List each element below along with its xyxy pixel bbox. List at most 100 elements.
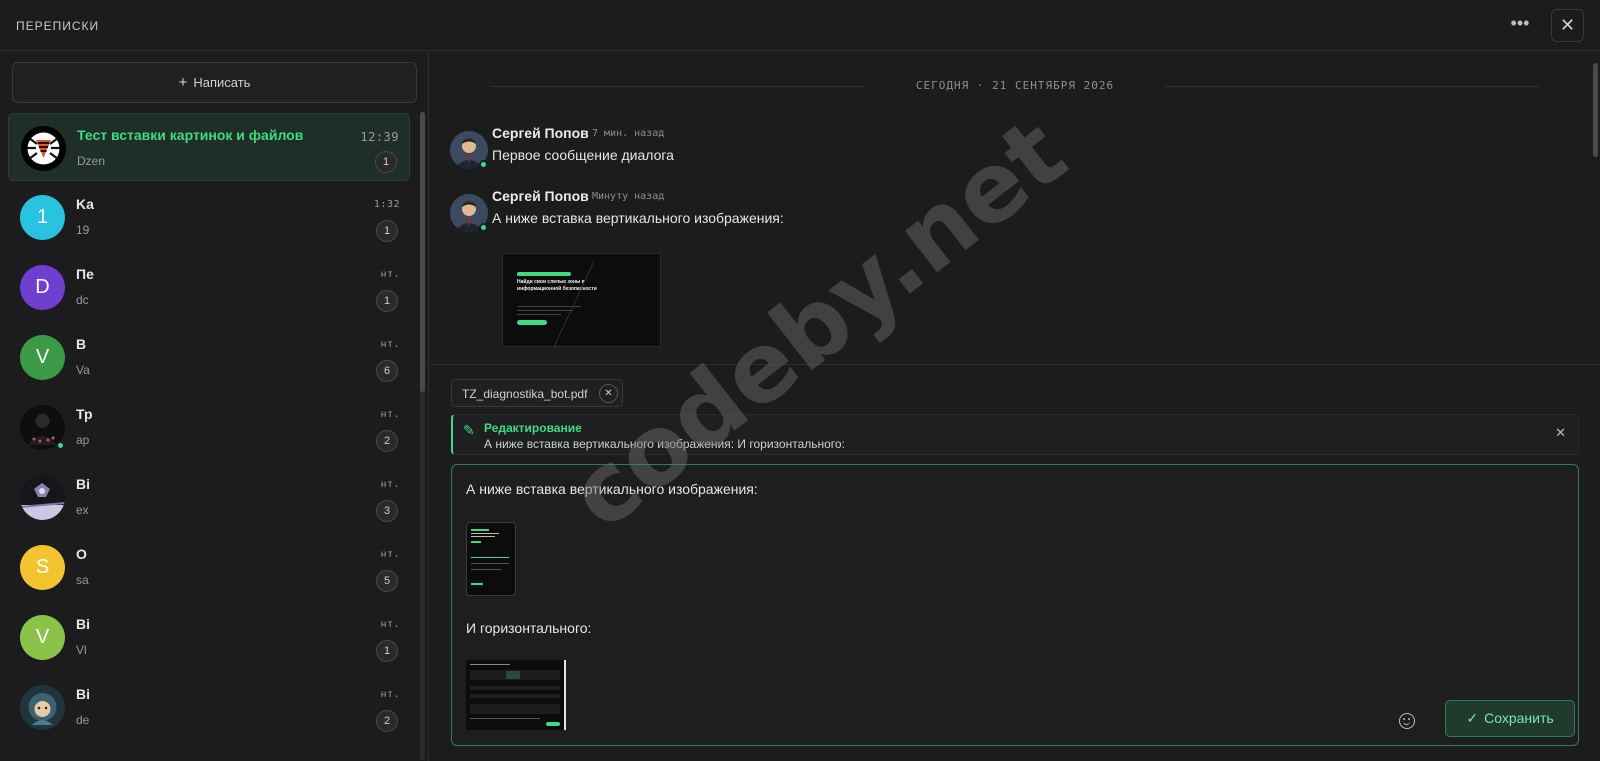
attachment-name: TZ_diagnostika_bot.pdf bbox=[462, 387, 588, 401]
conversation-preview: sa bbox=[76, 573, 89, 587]
page-title: ПЕРЕПИСКИ bbox=[16, 19, 100, 33]
conversation-preview: dc bbox=[76, 293, 89, 307]
compose-button-label: Написать bbox=[193, 75, 251, 90]
conversation-time: нт. bbox=[380, 549, 400, 560]
conversation-name: Ві bbox=[76, 686, 90, 702]
online-indicator bbox=[479, 160, 488, 169]
online-indicator bbox=[56, 441, 65, 450]
sidebar-scrollbar[interactable] bbox=[420, 112, 425, 760]
message-text: А ниже вставка вертикального изображения… bbox=[492, 210, 784, 226]
conversation-item[interactable]: V В нт. Va 6 bbox=[8, 323, 410, 391]
conversation-preview: Dzen bbox=[77, 154, 106, 168]
message-author[interactable]: Сергей Попов bbox=[492, 188, 589, 204]
conversation-name: Ka bbox=[76, 196, 94, 212]
edit-quote: А ниже вставка вертикального изображения… bbox=[484, 437, 845, 451]
message-image[interactable]: Найди свои слепые зоны в информационной … bbox=[502, 253, 661, 347]
unread-badge: 1 bbox=[376, 640, 398, 662]
conversation-time: нт. bbox=[380, 689, 400, 700]
edit-banner: ✎ Редактирование А ниже вставка вертикал… bbox=[451, 414, 1579, 455]
editor-image-vertical[interactable] bbox=[466, 522, 516, 596]
conversation-name: Ві bbox=[76, 616, 90, 632]
image-panel bbox=[470, 694, 560, 698]
user-photo-icon bbox=[20, 483, 65, 520]
conversation-preview: ap bbox=[76, 433, 90, 447]
save-button-label: Сохранить bbox=[1484, 710, 1554, 726]
user-photo-icon bbox=[28, 693, 57, 725]
image-line bbox=[471, 533, 499, 534]
emoji-icon[interactable] bbox=[1399, 713, 1415, 729]
unread-badge: 2 bbox=[376, 430, 398, 452]
avatar: D bbox=[20, 265, 65, 310]
avatar bbox=[20, 475, 65, 520]
online-indicator bbox=[479, 223, 488, 232]
close-button[interactable]: ✕ bbox=[1551, 9, 1584, 42]
conversation-time: нт. bbox=[380, 479, 400, 490]
image-panel bbox=[470, 704, 560, 714]
image-line bbox=[471, 536, 495, 537]
chat-scrollbar[interactable] bbox=[1593, 63, 1598, 341]
conversation-item[interactable]: V Ві нт. Vl 1 bbox=[8, 603, 410, 671]
avatar bbox=[20, 685, 65, 730]
conversation-item[interactable]: Ві нт. de 2 bbox=[8, 673, 410, 741]
image-line bbox=[471, 557, 509, 558]
conversation-item[interactable]: Ві нт. ex 3 bbox=[8, 463, 410, 531]
conversation-preview: Va bbox=[76, 363, 90, 377]
unread-badge: 3 bbox=[376, 500, 398, 522]
unread-badge: 1 bbox=[376, 290, 398, 312]
cancel-edit-icon[interactable]: ✕ bbox=[1555, 425, 1566, 441]
scrollbar-thumb[interactable] bbox=[1593, 63, 1598, 157]
message-editor[interactable]: А ниже вставка вертикального изображения… bbox=[451, 464, 1579, 746]
conversation-item[interactable]: S О нт. sa 5 bbox=[8, 533, 410, 601]
avatar: V bbox=[20, 335, 65, 380]
attachment-chip[interactable]: TZ_diagnostika_bot.pdf ✕ bbox=[451, 379, 623, 407]
editor-text[interactable]: А ниже вставка вертикального изображения… bbox=[466, 481, 758, 497]
conversation-item[interactable]: Тест вставки картинок и файлов 12:39 Dze… bbox=[8, 113, 410, 181]
date-separator: СЕГОДНЯ · 21 СЕНТЯБРЯ 2026 bbox=[490, 79, 1540, 93]
image-panel bbox=[506, 671, 520, 679]
conversation-time: нт. bbox=[380, 269, 400, 280]
image-panel bbox=[470, 686, 560, 690]
conversation-preview: ex bbox=[76, 503, 89, 517]
conversation-item[interactable]: D Пе нт. dc 1 bbox=[8, 253, 410, 321]
conversation-time: нт. bbox=[380, 619, 400, 630]
editor-image-horizontal[interactable] bbox=[466, 660, 566, 730]
message-author[interactable]: Сергей Попов bbox=[492, 125, 589, 141]
compose-button[interactable]: + Написать bbox=[12, 62, 417, 103]
image-line bbox=[517, 310, 573, 311]
image-line bbox=[471, 563, 509, 564]
divider bbox=[430, 364, 1600, 365]
conversation-name: Тр bbox=[76, 406, 93, 422]
conversation-time: нт. bbox=[380, 339, 400, 350]
save-button[interactable]: ✓ Сохранить bbox=[1445, 700, 1575, 737]
spider-logo-icon bbox=[21, 126, 66, 171]
image-cta bbox=[546, 722, 560, 726]
avatar: S bbox=[20, 545, 65, 590]
image-line bbox=[471, 569, 501, 570]
conversation-name: В bbox=[76, 336, 87, 352]
image-cta bbox=[517, 320, 547, 325]
plus-icon: + bbox=[178, 74, 188, 91]
conversation-time: нт. bbox=[380, 409, 400, 420]
conversation-name: О bbox=[76, 546, 87, 562]
conversation-preview: de bbox=[76, 713, 90, 727]
message-time: 7 мин. назад bbox=[592, 128, 665, 139]
image-cta bbox=[471, 583, 483, 585]
avatar: 1 bbox=[20, 195, 65, 240]
image-pill bbox=[517, 272, 571, 276]
conversation-item[interactable]: Тр нт. ap 2 bbox=[8, 393, 410, 461]
conversation-item[interactable]: 1 Ka 1:32 19 1 bbox=[8, 183, 410, 251]
scrollbar-thumb[interactable] bbox=[420, 112, 425, 392]
remove-attachment-icon[interactable]: ✕ bbox=[599, 384, 618, 403]
conversation-name: Тест вставки картинок и файлов bbox=[77, 127, 304, 143]
image-pill bbox=[471, 529, 489, 531]
conversation-sidebar: + Написать Тест вставки картинок и файлов… bbox=[0, 51, 429, 761]
conversation-time: 1:32 bbox=[373, 199, 400, 210]
unread-badge: 6 bbox=[376, 360, 398, 382]
date-separator-text: СЕГОДНЯ · 21 СЕНТЯБРЯ 2026 bbox=[901, 79, 1129, 92]
unread-badge: 1 bbox=[375, 151, 397, 173]
top-bar: ПЕРЕПИСКИ ••• ✕ bbox=[0, 0, 1600, 51]
more-horizontal-icon[interactable]: ••• bbox=[1508, 14, 1532, 38]
editor-text[interactable]: И горизонтального: bbox=[466, 620, 591, 636]
check-icon: ✓ bbox=[1466, 710, 1479, 726]
image-line bbox=[517, 314, 561, 315]
